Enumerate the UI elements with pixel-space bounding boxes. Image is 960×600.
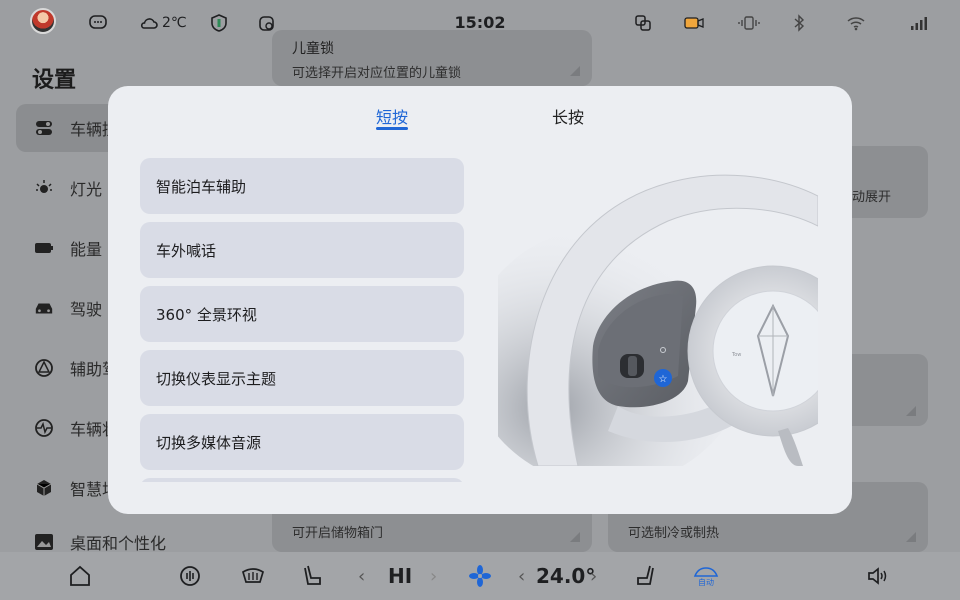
voice-assistant-icon[interactable] [178,562,202,590]
tab-bar: 短按 长按 [108,86,852,136]
toggle-icon [34,118,54,138]
wifi-icon[interactable] [846,12,866,34]
steering-button-modal: 短按 长按 智能泊车辅助 车外喊话 360° 全景环视 切换仪表显示主题 切换多… [108,86,852,514]
home-icon[interactable] [68,562,92,590]
signal-icon [910,12,928,34]
svg-text:Tow: Tow [731,352,741,358]
vehicle-status-icon [34,418,54,438]
screen-switch-icon[interactable] [634,12,652,34]
auto-climate-button[interactable]: 自动 [692,562,720,590]
option-smart-parking[interactable]: 智能泊车辅助 [140,158,464,214]
page-title: 设置 [32,68,77,93]
child-lock-card[interactable]: 儿童锁 可选择开启对应位置的儿童锁 [272,30,592,86]
sidebar-item-label: 能量 [70,240,103,259]
steering-wheel-illustration: ☆ Tow [468,166,852,486]
fan-increase-button[interactable]: › [430,562,437,590]
storage-desc: 可开启储物箱门 [292,526,384,541]
bluetooth-icon[interactable] [792,12,806,34]
svg-text:☆: ☆ [659,374,668,385]
sidebar-item-label: 桌面和个性化 [70,534,167,553]
expand-corner-icon [906,532,916,542]
rear-defrost-icon[interactable] [240,562,266,590]
volume-icon[interactable] [866,562,890,590]
temp-decrease-button[interactable]: ‹ [518,562,525,590]
auto-expand-desc: 动展开 [852,190,892,205]
seat-heat-right-icon[interactable] [634,562,656,590]
dashcam-icon[interactable] [684,12,704,34]
expand-corner-icon [570,66,580,76]
function-option-list[interactable]: 智能泊车辅助 车外喊话 360° 全景环视 切换仪表显示主题 切换多媒体音源 [140,158,464,482]
option-external-speaker[interactable]: 车外喊话 [140,222,464,278]
temperature-display: 24.0° [536,564,596,588]
expand-corner-icon [906,406,916,416]
assist-icon [34,358,54,378]
seat-heat-left-icon[interactable] [302,562,324,590]
car-icon [34,298,54,318]
light-icon [34,178,54,198]
sidebar-item-label: 驾驶 [70,300,103,319]
tab-active-indicator [376,127,408,130]
sidebar-item-label: 灯光 [70,180,103,199]
cube-icon [34,478,54,498]
temp-increase-button[interactable]: › [590,562,597,590]
image-icon [34,532,54,552]
tab-short-press[interactable]: 短按 [376,104,408,128]
fan-icon[interactable] [468,562,492,590]
option-360-view[interactable]: 360° 全景环视 [140,286,464,342]
tab-long-press[interactable]: 长按 [552,104,584,128]
child-lock-title: 儿童锁 [292,41,334,57]
expand-corner-icon [570,532,580,542]
fan-decrease-button[interactable]: ‹ [358,562,365,590]
option-next-partial[interactable] [140,478,464,482]
option-switch-cluster-theme[interactable]: 切换仪表显示主题 [140,350,464,406]
option-switch-media-source[interactable]: 切换多媒体音源 [140,414,464,470]
vibrate-icon[interactable] [738,12,760,34]
fan-level: HI [388,564,413,588]
child-lock-desc: 可选择开启对应位置的儿童锁 [292,66,462,81]
fridge-desc: 可选制冷或制热 [628,526,720,541]
bottom-dock: ‹ HI › ‹ 24.0° › 自动 [0,552,960,600]
auto-label: 自动 [698,577,714,587]
battery-icon [34,238,54,258]
